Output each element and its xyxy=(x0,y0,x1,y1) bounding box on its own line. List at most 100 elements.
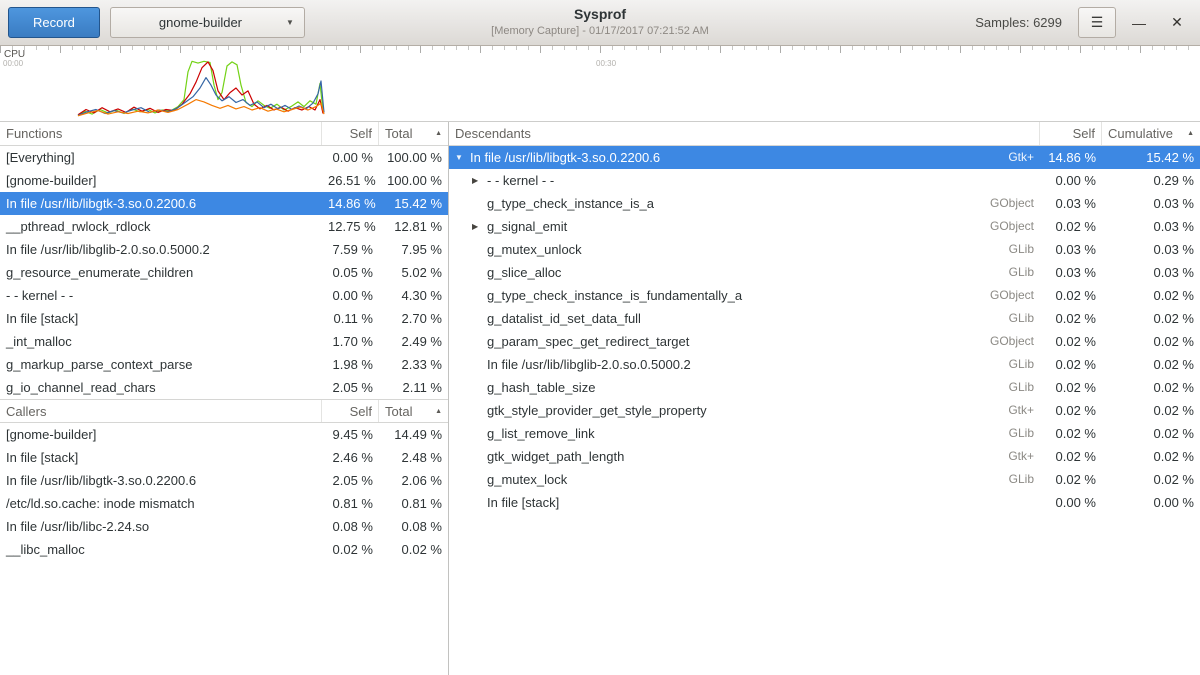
table-row[interactable]: g_type_check_instance_is_aGObject0.03 %0… xyxy=(449,192,1200,215)
function-name-cell: In file [stack] xyxy=(0,446,322,469)
column-header-self[interactable]: Self xyxy=(322,400,379,422)
table-row[interactable]: _int_malloc1.70 %2.49 % xyxy=(0,330,448,353)
header-right-cluster: Samples: 6299 ☰ — ✕ xyxy=(975,7,1192,38)
column-header-self[interactable]: Self xyxy=(322,122,379,145)
table-row[interactable]: In file /usr/lib/libglib-2.0.so.0.5000.2… xyxy=(0,238,448,261)
self-value: 0.08 % xyxy=(322,515,379,538)
table-row[interactable]: g_list_remove_linkGLib0.02 %0.02 % xyxy=(449,422,1200,445)
cumulative-value: 0.02 % xyxy=(1102,376,1200,399)
self-value: 26.51 % xyxy=(322,169,379,192)
descendants-rows: ▼In file /usr/lib/libgtk-3.so.0.2200.6Gt… xyxy=(449,146,1200,514)
library-badge: GLib xyxy=(999,422,1034,445)
table-row[interactable]: g_mutex_lockGLib0.02 %0.02 % xyxy=(449,468,1200,491)
cumulative-value: 0.03 % xyxy=(1102,215,1200,238)
total-value: 7.95 % xyxy=(379,238,448,261)
function-name-cell: ▶g_signal_emitGObject xyxy=(449,215,1040,238)
cpu-series-orange xyxy=(78,100,324,116)
record-button[interactable]: Record xyxy=(8,7,100,38)
table-row[interactable]: ▼In file /usr/lib/libgtk-3.so.0.2200.6Gt… xyxy=(449,146,1200,169)
table-row[interactable]: In file /usr/lib/libglib-2.0.so.0.5000.2… xyxy=(449,353,1200,376)
tree-indent xyxy=(455,502,472,503)
tree-indent xyxy=(455,272,472,273)
self-value: 0.02 % xyxy=(1040,445,1102,468)
table-row[interactable]: In file /usr/lib/libgtk-3.so.0.2200.614.… xyxy=(0,192,448,215)
self-value: 12.75 % xyxy=(322,215,379,238)
self-value: 7.59 % xyxy=(322,238,379,261)
column-header-functions[interactable]: Functions xyxy=(0,122,322,145)
self-value: 0.02 % xyxy=(1040,215,1102,238)
table-row[interactable]: In file [stack]2.46 %2.48 % xyxy=(0,446,448,469)
column-header-total-label: Total xyxy=(385,122,412,145)
table-row[interactable]: g_mutex_unlockGLib0.03 %0.03 % xyxy=(449,238,1200,261)
tree-indent xyxy=(455,203,472,204)
table-row[interactable]: g_type_check_instance_is_fundamentally_a… xyxy=(449,284,1200,307)
total-value: 5.02 % xyxy=(379,261,448,284)
table-row[interactable]: g_markup_parse_context_parse1.98 %2.33 % xyxy=(0,353,448,376)
table-row[interactable]: __libc_malloc0.02 %0.02 % xyxy=(0,538,448,561)
table-row[interactable]: [gnome-builder]26.51 %100.00 % xyxy=(0,169,448,192)
function-name-cell: In file /usr/lib/libgtk-3.so.0.2200.6 xyxy=(0,192,322,215)
column-header-self[interactable]: Self xyxy=(1040,122,1102,145)
self-value: 0.02 % xyxy=(1040,468,1102,491)
total-value: 2.06 % xyxy=(379,469,448,492)
table-row[interactable]: g_datalist_id_set_data_fullGLib0.02 %0.0… xyxy=(449,307,1200,330)
table-row[interactable]: g_io_channel_read_chars2.05 %2.11 % xyxy=(0,376,448,399)
header-bar: Record gnome-builder ▼ Sysprof [Memory C… xyxy=(0,0,1200,46)
tree-indent xyxy=(455,456,472,457)
total-value: 0.81 % xyxy=(379,492,448,515)
library-badge: GLib xyxy=(999,353,1034,376)
function-name: g_list_remove_link xyxy=(487,422,595,445)
column-header-total[interactable]: Total ▲ xyxy=(379,400,448,422)
table-row[interactable]: g_slice_allocGLib0.03 %0.03 % xyxy=(449,261,1200,284)
tree-indent xyxy=(455,226,472,227)
table-row[interactable]: gtk_widget_path_lengthGtk+0.02 %0.02 % xyxy=(449,445,1200,468)
process-selector-dropdown[interactable]: gnome-builder ▼ xyxy=(110,7,305,38)
total-value: 0.02 % xyxy=(379,538,448,561)
self-value: 0.00 % xyxy=(1040,491,1102,514)
cpu-graph-panel[interactable]: CPU 00:00 00:30 xyxy=(0,46,1200,122)
column-header-descendants[interactable]: Descendants xyxy=(449,122,1040,145)
table-row[interactable]: __pthread_rwlock_rdlock12.75 %12.81 % xyxy=(0,215,448,238)
function-name: gtk_widget_path_length xyxy=(487,445,624,468)
total-value: 4.30 % xyxy=(379,284,448,307)
table-row[interactable]: g_param_spec_get_redirect_targetGObject0… xyxy=(449,330,1200,353)
menu-button[interactable]: ☰ xyxy=(1078,7,1116,38)
table-row[interactable]: In file /usr/lib/libgtk-3.so.0.2200.62.0… xyxy=(0,469,448,492)
minimize-button[interactable]: — xyxy=(1124,8,1154,38)
table-row[interactable]: ▶- - kernel - -0.00 %0.29 % xyxy=(449,169,1200,192)
self-value: 0.00 % xyxy=(1040,169,1102,192)
tree-expander-icon[interactable]: ▶ xyxy=(472,169,487,192)
self-value: 0.81 % xyxy=(322,492,379,515)
table-row[interactable]: g_hash_table_sizeGLib0.02 %0.02 % xyxy=(449,376,1200,399)
tree-indent xyxy=(455,364,472,365)
column-header-callers[interactable]: Callers xyxy=(0,400,322,422)
table-row[interactable]: In file /usr/lib/libc-2.24.so0.08 %0.08 … xyxy=(0,515,448,538)
table-row[interactable]: gtk_style_provider_get_style_propertyGtk… xyxy=(449,399,1200,422)
close-button[interactable]: ✕ xyxy=(1162,8,1192,38)
table-row[interactable]: /etc/ld.so.cache: inode mismatch0.81 %0.… xyxy=(0,492,448,515)
column-header-total[interactable]: Total ▲ xyxy=(379,122,448,145)
tree-expander-icon[interactable]: ▼ xyxy=(455,146,470,169)
total-value: 2.70 % xyxy=(379,307,448,330)
function-name-cell: g_param_spec_get_redirect_targetGObject xyxy=(449,330,1040,353)
table-row[interactable]: In file [stack]0.00 %0.00 % xyxy=(449,491,1200,514)
self-value: 1.70 % xyxy=(322,330,379,353)
table-row[interactable]: In file [stack]0.11 %2.70 % xyxy=(0,307,448,330)
column-header-cumulative[interactable]: Cumulative ▲ xyxy=(1102,122,1200,145)
functions-header-row: Functions Self Total ▲ xyxy=(0,122,448,146)
tree-expander-icon[interactable]: ▶ xyxy=(472,215,487,238)
library-badge: GObject xyxy=(980,330,1034,353)
library-badge: GLib xyxy=(999,468,1034,491)
samples-count: Samples: 6299 xyxy=(975,15,1062,30)
table-row[interactable]: ▶g_signal_emitGObject0.02 %0.03 % xyxy=(449,215,1200,238)
total-value: 2.11 % xyxy=(379,376,448,399)
function-name: g_type_check_instance_is_a xyxy=(487,192,654,215)
library-badge: GObject xyxy=(980,192,1034,215)
table-row[interactable]: - - kernel - -0.00 %4.30 % xyxy=(0,284,448,307)
total-value: 2.49 % xyxy=(379,330,448,353)
table-row[interactable]: [Everything]0.00 %100.00 % xyxy=(0,146,448,169)
table-row[interactable]: g_resource_enumerate_children0.05 %5.02 … xyxy=(0,261,448,284)
cumulative-value: 0.29 % xyxy=(1102,169,1200,192)
minimize-icon: — xyxy=(1132,15,1146,31)
table-row[interactable]: [gnome-builder]9.45 %14.49 % xyxy=(0,423,448,446)
